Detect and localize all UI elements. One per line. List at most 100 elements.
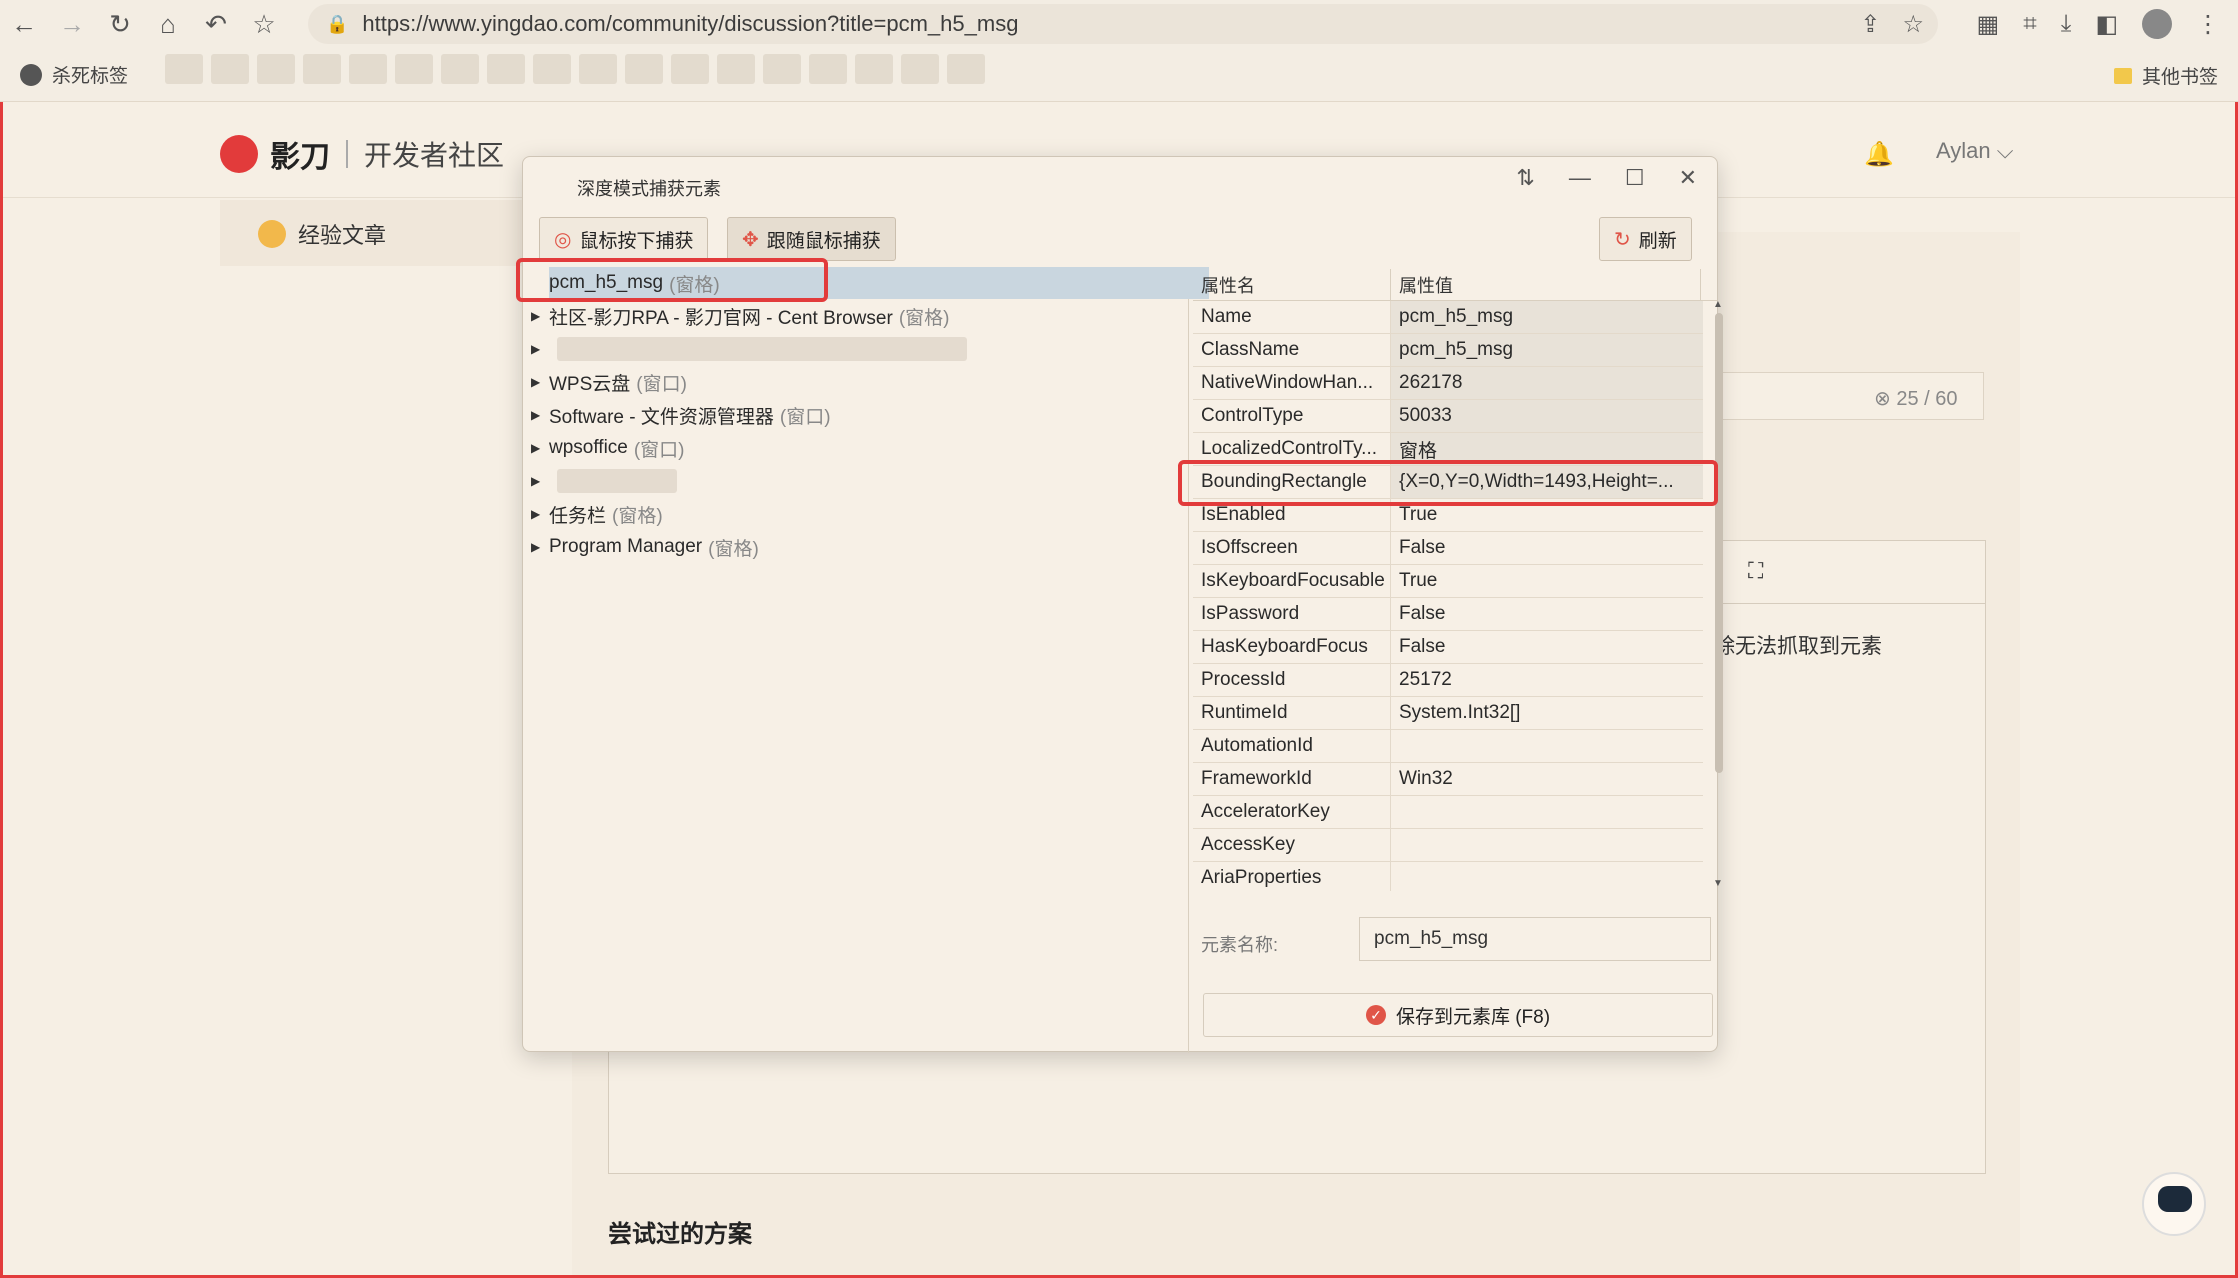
property-name: AutomationId <box>1193 730 1391 762</box>
tree-item[interactable]: ▶ WPS云盘 (窗口) <box>531 366 687 398</box>
bookmark-kill-tab[interactable]: 杀死标签 <box>20 61 128 88</box>
property-name: BoundingRectangle <box>1193 466 1391 498</box>
sidebar-icon[interactable]: ◧ <box>2095 10 2118 39</box>
share-icon[interactable]: ⇪ <box>1860 10 1880 39</box>
property-row[interactable]: IsEnabled True <box>1193 499 1703 532</box>
save-to-library-button[interactable]: ✓ 保存到元素库 (F8) <box>1203 993 1713 1037</box>
element-name-input[interactable]: pcm_h5_msg <box>1359 917 1711 961</box>
tree-item[interactable]: ▶ 任务栏 (窗格) <box>531 498 663 530</box>
element-tree: pcm_h5_msg (窗格) ▶ 社区-影刀RPA - 影刀官网 - Cent… <box>523 267 1209 1053</box>
scroll-thumb[interactable] <box>1715 313 1723 773</box>
property-row[interactable]: HasKeyboardFocus False <box>1193 631 1703 664</box>
property-row[interactable]: AutomationId <box>1193 730 1703 763</box>
expand-icon[interactable]: ▶ <box>531 474 549 488</box>
expand-icon[interactable]: ▶ <box>531 507 549 521</box>
property-row[interactable]: AriaProperties <box>1193 862 1703 891</box>
tree-item-label: WPS云盘 <box>549 373 631 395</box>
scroll-up-icon[interactable]: ▲ <box>1713 299 1723 310</box>
mouse-down-capture-label: 鼠标按下捕获 <box>579 230 694 252</box>
property-row[interactable]: IsOffscreen False <box>1193 532 1703 565</box>
back-icon[interactable]: ← <box>0 0 48 48</box>
property-value <box>1391 829 1703 861</box>
property-value: True <box>1399 504 1438 525</box>
url-text[interactable]: https://www.yingdao.com/community/discus… <box>362 11 1018 37</box>
property-grid: 属性名 属性值 Name pcm_h5_msg ClassName pcm_h5_m… <box>1193 269 1717 891</box>
expand-icon[interactable]: ▶ <box>531 375 549 389</box>
tree-item[interactable]: ▶ Program Manager (窗格) <box>531 531 759 563</box>
maximize-icon[interactable]: ☐ <box>1625 165 1645 191</box>
property-row[interactable]: LocalizedControlTy... 窗格 <box>1193 433 1703 466</box>
property-name-header: 属性名 <box>1193 269 1391 300</box>
property-name: RuntimeId <box>1193 697 1391 729</box>
close-icon[interactable]: ✕ <box>1679 165 1697 191</box>
expand-icon[interactable]: ▶ <box>531 342 549 356</box>
scroll-down-icon[interactable]: ▼ <box>1713 878 1723 889</box>
tree-item[interactable]: ▶ Software - 文件资源管理器 (窗口) <box>531 399 831 431</box>
home-icon[interactable]: ⌂ <box>144 0 192 48</box>
property-row[interactable]: ClassName pcm_h5_msg <box>1193 334 1703 367</box>
property-row[interactable]: FrameworkId Win32 <box>1193 763 1703 796</box>
property-value: False <box>1399 636 1446 657</box>
property-row[interactable]: ControlType 50033 <box>1193 400 1703 433</box>
property-name: HasKeyboardFocus <box>1193 631 1391 663</box>
move-icon: ✥ <box>742 228 759 251</box>
tree-item[interactable]: ▶ <box>531 333 967 365</box>
check-icon: ✓ <box>1365 1005 1386 1025</box>
property-value: {X=0,Y=0,Width=1493,Height=... <box>1391 466 1703 498</box>
property-row[interactable]: IsPassword False <box>1193 598 1703 631</box>
minimize-icon[interactable]: — <box>1569 165 1591 191</box>
tree-item-label: pcm_h5_msg <box>549 272 664 293</box>
reload-icon[interactable]: ↻ <box>96 0 144 48</box>
tree-item-label: Software - 文件资源管理器 <box>549 406 774 428</box>
blurred-label <box>557 469 677 493</box>
crop-icon[interactable]: ⌗ <box>2023 10 2037 38</box>
address-bar[interactable]: 🔒 https://www.yingdao.com/community/disc… <box>308 4 1938 44</box>
property-name: AcceleratorKey <box>1193 796 1391 828</box>
refresh-icon: ↻ <box>1614 228 1631 251</box>
bookmark-kill-tab-label: 杀死标签 <box>52 66 129 87</box>
tree-item-tag: (窗口) <box>636 373 687 395</box>
property-row[interactable]: Name pcm_h5_msg <box>1193 301 1703 334</box>
tree-item-tag: (窗口) <box>779 406 831 428</box>
expand-icon[interactable]: ▶ <box>531 309 549 323</box>
star-icon[interactable]: ☆ <box>240 0 288 48</box>
bookmark-star-icon[interactable]: ☆ <box>1902 10 1924 39</box>
property-value <box>1391 862 1703 891</box>
more-icon[interactable]: ⋮ <box>2196 10 2220 39</box>
expand-icon[interactable]: ▶ <box>531 540 549 554</box>
property-scrollbar[interactable]: ▲ ▼ <box>1713 299 1725 889</box>
property-name: IsKeyboardFocusable <box>1193 565 1391 597</box>
tree-item[interactable]: ▶ 社区-影刀RPA - 影刀官网 - Cent Browser (窗格) <box>531 300 949 332</box>
property-row[interactable]: ProcessId 25172 <box>1193 664 1703 697</box>
grid-icon[interactable]: ▦ <box>1977 10 2000 39</box>
property-header: 属性名 属性值 <box>1193 269 1717 301</box>
property-row[interactable]: AccessKey <box>1193 829 1703 862</box>
property-row[interactable]: BoundingRectangle {X=0,Y=0,Width=1493,Hei… <box>1193 466 1703 499</box>
property-row[interactable]: AcceleratorKey <box>1193 796 1703 829</box>
tree-item-label: wpsoffice <box>549 437 628 458</box>
forward-icon[interactable]: → <box>48 0 96 48</box>
profile-avatar[interactable] <box>2142 9 2172 39</box>
property-name: AriaProperties <box>1193 862 1391 891</box>
tree-item[interactable]: ▶ <box>531 465 677 497</box>
tree-item[interactable]: ▶ wpsoffice (窗口) <box>531 432 685 464</box>
tree-item-tag: (窗口) <box>633 439 685 461</box>
property-row[interactable]: NativeWindowHan... 262178 <box>1193 367 1703 400</box>
blurred-bookmarks <box>165 54 985 84</box>
refresh-button[interactable]: ↻ 刷新 <box>1599 217 1692 261</box>
property-name: IsEnabled <box>1193 499 1391 531</box>
tree-item-tag: (窗格) <box>898 307 950 329</box>
undo-icon[interactable]: ↶ <box>192 0 240 48</box>
property-row[interactable]: RuntimeId System.Int32[] <box>1193 697 1703 730</box>
bookmark-other[interactable]: 其他书签 <box>2113 62 2218 89</box>
expand-icon[interactable]: ▶ <box>531 408 549 422</box>
property-name: FrameworkId <box>1193 763 1391 795</box>
property-name: IsPassword <box>1193 598 1391 630</box>
tree-item[interactable]: pcm_h5_msg (窗格) <box>549 267 1209 299</box>
follow-mouse-capture-button[interactable]: ✥ 跟随鼠标捕获 <box>727 217 896 261</box>
download-icon[interactable]: ⤓ <box>2061 10 2072 38</box>
sort-icon[interactable]: ⇅ <box>1516 165 1534 191</box>
expand-icon[interactable]: ▶ <box>531 441 549 455</box>
mouse-down-capture-button[interactable]: ◎ 鼠标按下捕获 <box>539 217 709 261</box>
property-row[interactable]: IsKeyboardFocusable True <box>1193 565 1703 598</box>
